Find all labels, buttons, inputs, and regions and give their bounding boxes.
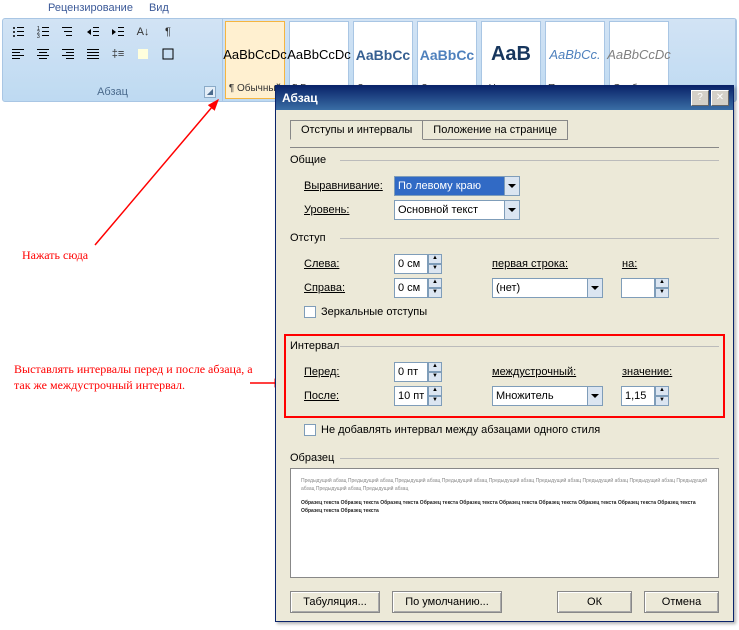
line-spacing-label: междустрочный: <box>492 366 592 378</box>
interval-group-label: Интервал <box>290 340 719 352</box>
default-button[interactable]: По умолчанию... <box>392 591 502 613</box>
indent-group-label: Отступ <box>290 232 719 244</box>
annotation-intervals: Выставлять интервалы перед и после абзац… <box>14 362 254 393</box>
tab-indents[interactable]: Отступы и интервалы <box>290 120 423 140</box>
close-button[interactable]: ✕ <box>711 90 729 106</box>
spacing-before-label: Перед: <box>304 366 394 378</box>
firstline-label: первая строка: <box>492 258 592 270</box>
indent-left-label: Слева: <box>304 258 394 270</box>
decrease-indent-icon[interactable] <box>82 22 104 42</box>
shading-icon[interactable] <box>132 44 154 64</box>
indent-by-spinner[interactable]: ▲▼ <box>621 278 669 298</box>
no-add-space-label: Не добавлять интервал между абзацами одн… <box>321 424 600 436</box>
preview-box: Предыдущий абзац Предыдущий абзац Предыд… <box>290 468 719 578</box>
dialog-title: Абзац <box>280 91 689 105</box>
indent-by-label: на: <box>622 258 656 270</box>
mirror-indents-checkbox[interactable] <box>304 306 316 318</box>
spacing-before-spinner[interactable]: ▲▼ <box>394 362 442 382</box>
alignment-combo[interactable] <box>394 176 520 196</box>
paragraph-dialog: Абзац ? ✕ Отступы и интервалы Положение … <box>275 85 734 622</box>
alignment-label: Выравнивание: <box>304 180 394 192</box>
spacing-after-spinner[interactable]: ▲▼ <box>394 386 442 406</box>
multilevel-icon[interactable] <box>57 22 79 42</box>
align-center-icon[interactable] <box>32 44 54 64</box>
help-button[interactable]: ? <box>691 90 709 106</box>
level-label: Уровень: <box>304 204 394 216</box>
numbering-icon[interactable]: 123 <box>32 22 54 42</box>
tabs-button[interactable]: Табуляция... <box>290 591 380 613</box>
align-left-icon[interactable] <box>7 44 29 64</box>
borders-icon[interactable] <box>157 44 179 64</box>
indent-right-label: Справа: <box>304 282 394 294</box>
show-marks-icon[interactable]: ¶ <box>157 22 179 42</box>
sort-icon[interactable]: A↓ <box>132 22 154 42</box>
line-spacing-combo[interactable] <box>492 386 603 406</box>
preview-group-label: Образец <box>290 452 719 464</box>
tab-view[interactable]: Вид <box>141 0 177 16</box>
line-at-spinner[interactable]: ▲▼ <box>621 386 669 406</box>
cancel-button[interactable]: Отмена <box>644 591 719 613</box>
bullets-icon[interactable] <box>7 22 29 42</box>
ok-button[interactable]: ОК <box>557 591 632 613</box>
align-right-icon[interactable] <box>57 44 79 64</box>
spacing-after-label: После: <box>304 390 394 402</box>
level-combo[interactable] <box>394 200 520 220</box>
tab-position[interactable]: Положение на странице <box>422 120 568 140</box>
align-justify-icon[interactable] <box>82 44 104 64</box>
firstline-combo[interactable] <box>492 278 603 298</box>
line-at-label: значение: <box>622 366 682 378</box>
paragraph-dialog-launcher[interactable]: ◢ <box>204 86 216 98</box>
indent-right-spinner[interactable]: ▲▼ <box>394 278 442 298</box>
no-add-space-checkbox[interactable] <box>304 424 316 436</box>
indent-left-spinner[interactable]: ▲▼ <box>394 254 442 274</box>
line-spacing-icon[interactable]: ‡≡ <box>107 44 129 64</box>
svg-text:3: 3 <box>37 34 40 39</box>
increase-indent-icon[interactable] <box>107 22 129 42</box>
paragraph-group-label: Абзац ◢ <box>7 84 218 98</box>
annotation-click-here: Нажать сюда <box>22 248 88 264</box>
tab-review[interactable]: Рецензирование <box>40 0 141 16</box>
mirror-indents-label: Зеркальные отступы <box>321 306 427 318</box>
general-group-label: Общие <box>290 154 719 166</box>
